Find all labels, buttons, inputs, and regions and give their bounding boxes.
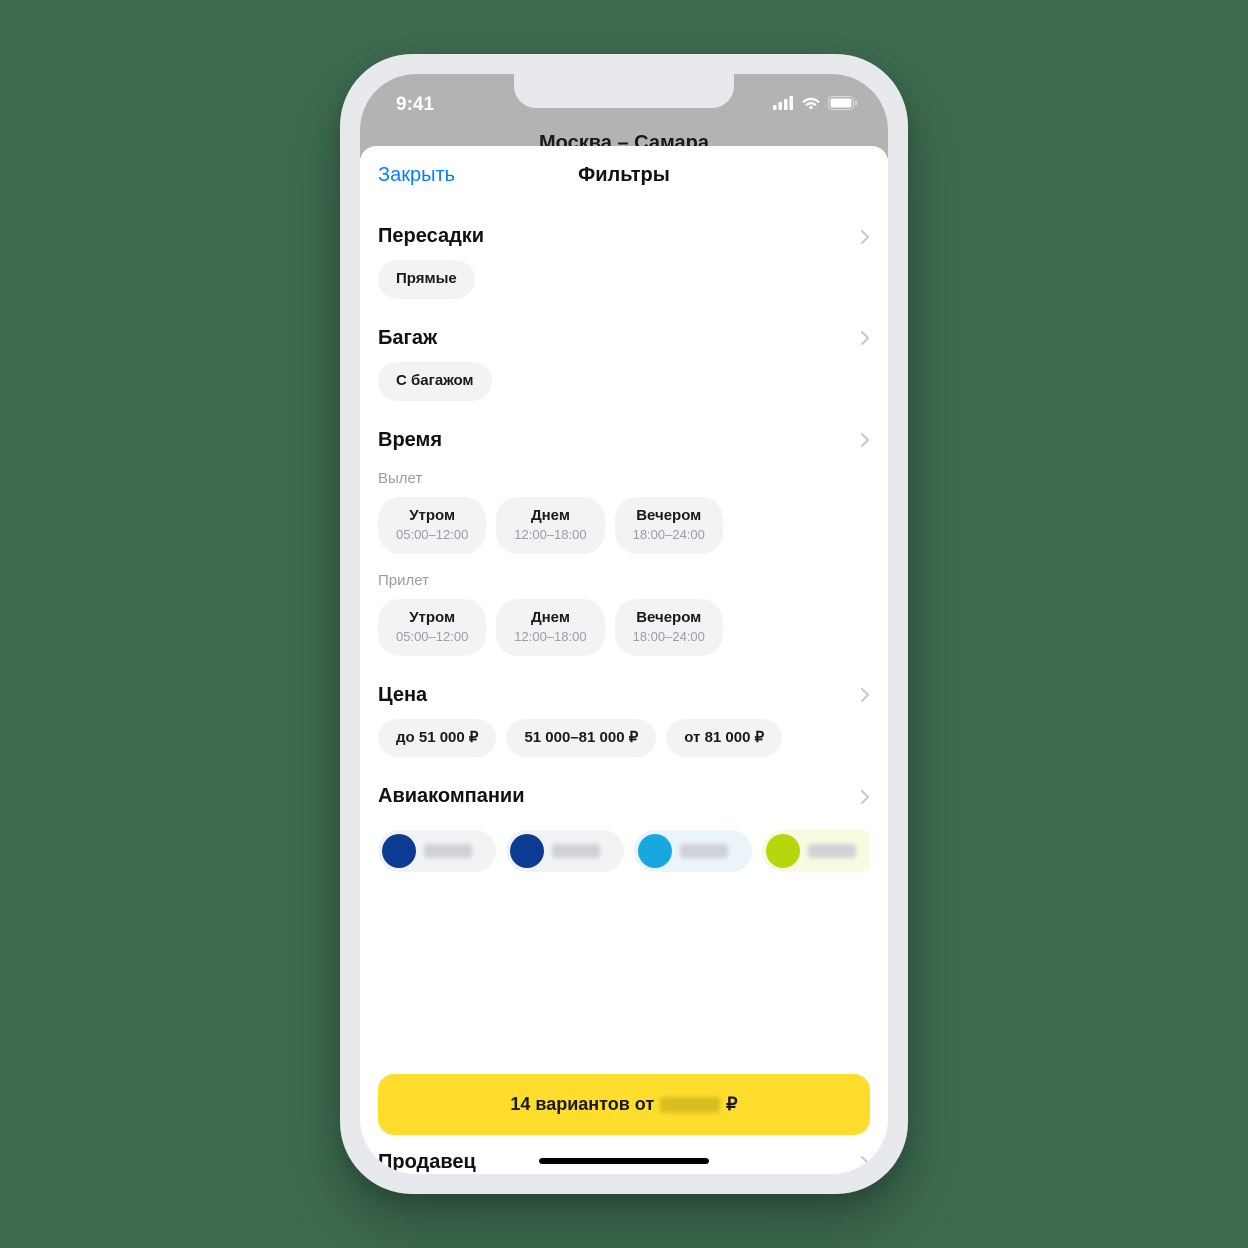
notch <box>514 74 734 108</box>
home-indicator[interactable] <box>539 1158 709 1164</box>
chip-sub: 12:00–18:00 <box>514 629 586 645</box>
filters-sheet: Закрыть Фильтры Пересадки Прямые <box>360 146 888 1174</box>
close-button[interactable]: Закрыть <box>378 164 455 187</box>
chip-label: Утром <box>409 507 455 524</box>
chip-sub: 18:00–24:00 <box>633 527 705 543</box>
chip-sub: 12:00–18:00 <box>514 527 586 543</box>
airline-chip-2[interactable] <box>506 830 624 872</box>
cta-prefix: 14 вариантов от <box>510 1094 654 1115</box>
airline-dot-icon <box>766 834 800 868</box>
apply-button[interactable]: 14 вариантов от ₽ <box>378 1074 870 1135</box>
chevron-right-icon <box>860 687 870 703</box>
chevron-right-icon <box>860 1155 870 1171</box>
filters-content: Пересадки Прямые Багаж С багажом <box>360 201 888 1060</box>
chip-price-mid[interactable]: 51 000–81 000 ₽ <box>506 719 656 758</box>
airline-chip-3[interactable] <box>634 830 752 872</box>
sublabel-arrive: Прилет <box>378 572 870 589</box>
chip-sub: 18:00–24:00 <box>633 629 705 645</box>
section-transfers: Пересадки Прямые <box>378 219 870 299</box>
chip-depart-morning[interactable]: Утром 05:00–12:00 <box>378 497 486 554</box>
sheet-header: Закрыть Фильтры <box>360 146 888 201</box>
section-title-transfers: Пересадки <box>378 225 484 248</box>
section-row-airlines[interactable]: Авиакомпании <box>378 779 870 820</box>
chip-price-high[interactable]: от 81 000 ₽ <box>666 719 782 758</box>
phone-screen: 9:41 Москва – Самара Закрыть Фильтры <box>360 74 888 1174</box>
cta-suffix: ₽ <box>726 1094 737 1115</box>
section-row-transfers[interactable]: Пересадки <box>378 219 870 260</box>
chip-depart-evening[interactable]: Вечером 18:00–24:00 <box>615 497 723 554</box>
airline-chip-4[interactable] <box>762 830 870 872</box>
chip-arrive-evening[interactable]: Вечером 18:00–24:00 <box>615 599 723 656</box>
section-title-seller: Продавец <box>378 1151 476 1174</box>
section-time: Время Вылет Утром 05:00–12:00 Днем 12:00–1… <box>378 423 870 656</box>
chip-label: Днем <box>531 609 570 626</box>
cta-wrap: 14 вариантов от ₽ <box>360 1060 888 1141</box>
chip-label: Днем <box>531 507 570 524</box>
chip-label: Утром <box>409 609 455 626</box>
section-row-baggage[interactable]: Багаж <box>378 321 870 362</box>
airline-dot-icon <box>638 834 672 868</box>
chip-price-low[interactable]: до 51 000 ₽ <box>378 719 496 758</box>
section-title-airlines: Авиакомпании <box>378 785 525 808</box>
chip-sub: 05:00–12:00 <box>396 527 468 543</box>
cellular-icon <box>773 94 794 116</box>
airline-chip-1[interactable] <box>378 830 496 872</box>
chip-label: Вечером <box>636 609 701 626</box>
status-time: 9:41 <box>396 94 434 116</box>
chip-depart-day[interactable]: Днем 12:00–18:00 <box>496 497 604 554</box>
airline-label-blurred <box>424 844 472 858</box>
chip-sub: 05:00–12:00 <box>396 629 468 645</box>
chevron-right-icon <box>860 789 870 805</box>
airline-label-blurred <box>680 844 728 858</box>
chevron-right-icon <box>860 330 870 346</box>
section-airlines: Авиакомпании <box>378 779 870 872</box>
section-row-time[interactable]: Время <box>378 423 870 464</box>
section-title-price: Цена <box>378 684 427 707</box>
status-bar: 9:41 <box>360 74 888 130</box>
airline-dot-icon <box>382 834 416 868</box>
cta-price-blurred <box>660 1097 720 1113</box>
chip-arrive-morning[interactable]: Утром 05:00–12:00 <box>378 599 486 656</box>
section-baggage: Багаж С багажом <box>378 321 870 401</box>
chevron-right-icon <box>860 229 870 245</box>
status-indicators <box>773 94 858 116</box>
chip-label: Вечером <box>636 507 701 524</box>
section-row-price[interactable]: Цена <box>378 678 870 719</box>
phone-frame: 9:41 Москва – Самара Закрыть Фильтры <box>340 54 908 1194</box>
section-price: Цена до 51 000 ₽ 51 000–81 000 ₽ от 81 0… <box>378 678 870 758</box>
chip-direct[interactable]: Прямые <box>378 260 475 299</box>
chip-arrive-day[interactable]: Днем 12:00–18:00 <box>496 599 604 656</box>
airline-label-blurred <box>552 844 600 858</box>
chip-with-baggage[interactable]: С багажом <box>378 362 492 401</box>
airline-label-blurred <box>808 844 856 858</box>
battery-icon <box>828 94 858 116</box>
chevron-right-icon <box>860 432 870 448</box>
section-title-baggage: Багаж <box>378 327 437 350</box>
sublabel-depart: Вылет <box>378 470 870 487</box>
wifi-icon <box>801 94 821 116</box>
airline-dot-icon <box>510 834 544 868</box>
section-title-time: Время <box>378 429 442 452</box>
